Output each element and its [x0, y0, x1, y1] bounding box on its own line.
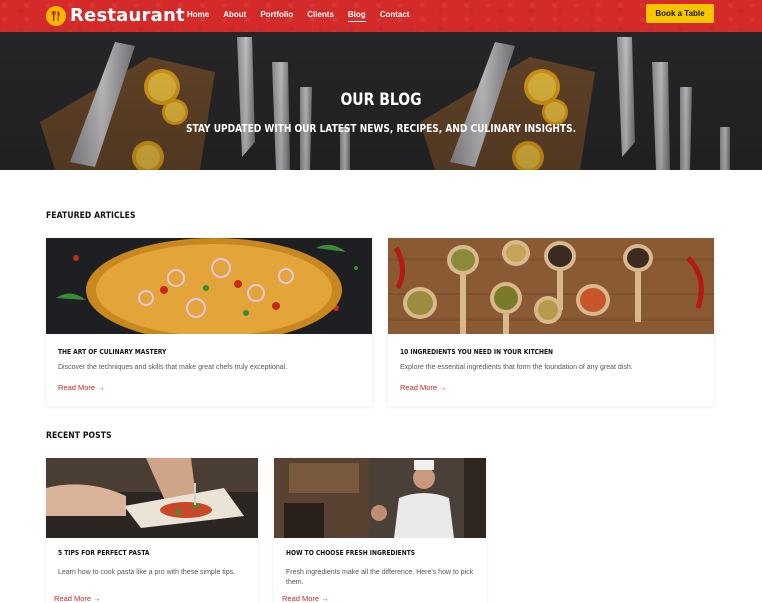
brand[interactable]: Restaurant: [46, 5, 185, 26]
post-excerpt: Learn how to cook pasta like a pro with …: [58, 569, 236, 576]
featured-article-card: THE ART OF CULINARY MASTERY Discover the…: [46, 238, 372, 406]
article-excerpt: Discover the techniques and skills that …: [58, 364, 288, 371]
brand-name: Restaurant: [70, 5, 185, 26]
recent-post-card: 5 TIPS FOR PERFECT PASTA Learn how to co…: [46, 458, 258, 603]
nav-link-about[interactable]: About: [223, 10, 246, 22]
article-excerpt: Explore the essential ingredients that f…: [400, 364, 633, 371]
read-more-link[interactable]: Read More →: [400, 383, 447, 392]
article-title: THE ART OF CULINARY MASTERY: [58, 348, 167, 356]
featured-heading: FEATURED ARTICLES: [46, 211, 136, 221]
read-more-link[interactable]: Read More →: [282, 594, 329, 603]
hero-subtitle: STAY UPDATED WITH OUR LATEST NEWS, RECIP…: [185, 122, 577, 135]
navbar: Restaurant Home About Portfolio Clients …: [0, 0, 762, 32]
read-more-link[interactable]: Read More →: [54, 594, 101, 603]
recent-post-card: HOW TO CHOOSE FRESH INGREDIENTS Fresh in…: [274, 458, 486, 603]
chef-plating-image[interactable]: [46, 458, 258, 538]
nav-link-home[interactable]: Home: [187, 10, 209, 22]
fork-knife-icon: [46, 5, 66, 26]
spices-image[interactable]: [388, 238, 714, 334]
nav-link-portfolio[interactable]: Portfolio: [260, 10, 293, 22]
hero-banner: OUR BLOG STAY UPDATED WITH OUR LATEST NE…: [0, 32, 762, 170]
post-title: 5 TIPS FOR PERFECT PASTA: [58, 549, 150, 557]
article-title: 10 INGREDIENTS YOU NEED IN YOUR KITCHEN: [400, 348, 554, 356]
read-more-link[interactable]: Read More →: [58, 383, 105, 392]
book-table-button[interactable]: Book a Table: [646, 4, 714, 23]
chefs-kitchen-image[interactable]: [274, 458, 486, 538]
featured-article-card: 10 INGREDIENTS YOU NEED IN YOUR KITCHEN …: [388, 238, 714, 406]
nav-link-contact[interactable]: Contact: [380, 10, 410, 22]
post-excerpt: Fresh ingredients make all the differenc…: [286, 569, 474, 586]
hero-title: OUR BLOG: [340, 90, 422, 110]
nav-links: Home About Portfolio Clients Blog Contac…: [187, 10, 423, 22]
pizza-image[interactable]: [46, 238, 372, 334]
post-title: HOW TO CHOOSE FRESH INGREDIENTS: [286, 549, 416, 557]
nav-link-clients[interactable]: Clients: [307, 10, 334, 22]
recent-posts-heading: RECENT POSTS: [46, 431, 112, 441]
nav-link-blog[interactable]: Blog: [347, 10, 366, 22]
